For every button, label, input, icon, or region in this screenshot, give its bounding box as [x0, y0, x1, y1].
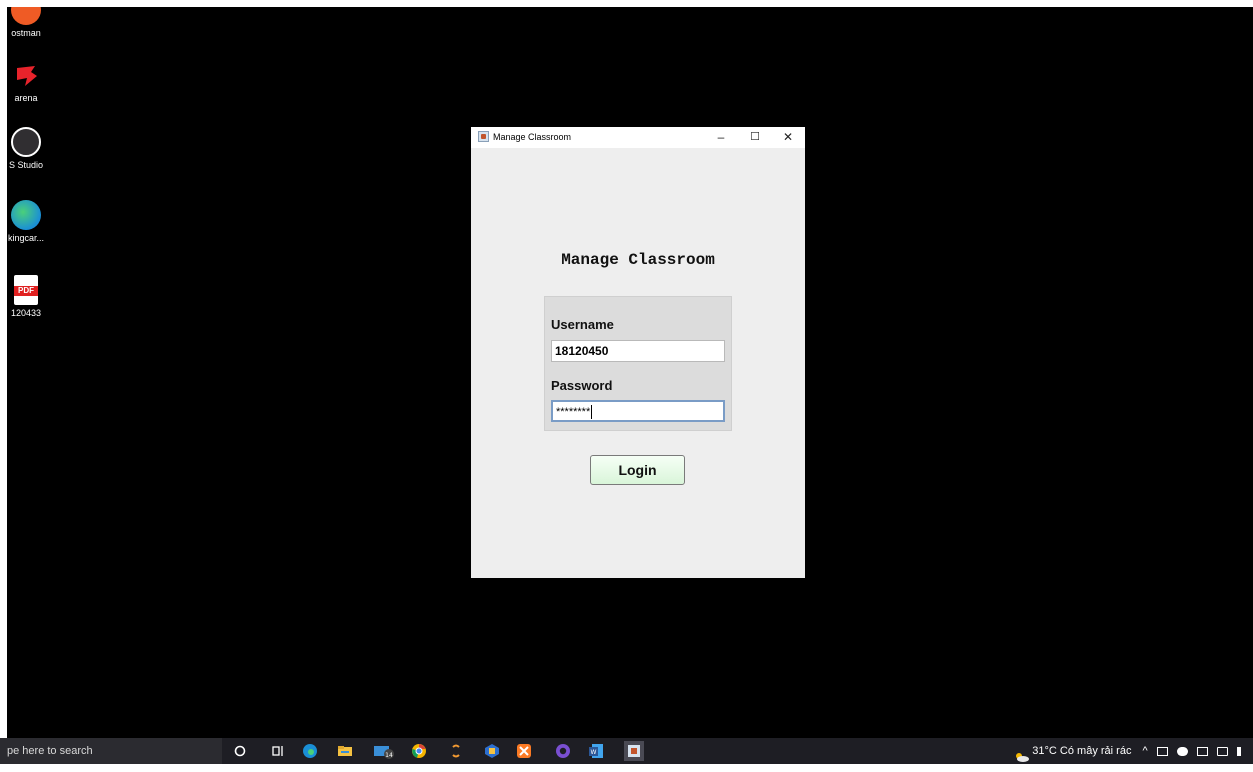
svg-text:14: 14 [385, 752, 393, 759]
cortana-icon[interactable] [232, 743, 248, 759]
xampp-icon[interactable] [516, 743, 532, 759]
battery-icon[interactable] [1196, 746, 1208, 756]
desktop-icon-label: ostman [11, 28, 41, 38]
word-icon[interactable]: W [588, 743, 604, 759]
edge-icon[interactable] [302, 743, 318, 759]
task-view-icon[interactable] [270, 743, 286, 759]
network-icon[interactable] [1216, 746, 1228, 756]
virtualbox-icon[interactable] [484, 743, 500, 759]
page-title: Manage Classroom [561, 251, 715, 269]
window-titlebar[interactable]: Manage Classroom – ☐ ✕ [471, 127, 805, 148]
login-window: Manage Classroom – ☐ ✕ Manage Classroom … [471, 127, 805, 578]
file-explorer-icon[interactable] [337, 743, 353, 759]
desktop-icon-postman[interactable]: ostman [7, 7, 55, 38]
github-desktop-icon[interactable] [555, 743, 571, 759]
login-button[interactable]: Login [590, 455, 685, 485]
edge-icon [11, 200, 41, 230]
desktop-icon-label: S Studio [8, 160, 44, 170]
window-title: Manage Classroom [493, 132, 572, 142]
tray-chevron-icon[interactable]: ^ [1143, 745, 1148, 757]
close-button[interactable]: ✕ [773, 127, 803, 148]
java-app-icon [478, 131, 489, 142]
weather-icon[interactable] [1013, 746, 1030, 763]
svg-text:W: W [591, 749, 597, 756]
taskbar-search-input[interactable]: pe here to search [0, 738, 222, 764]
desktop-icon-obs[interactable]: S Studio [7, 127, 55, 170]
login-form: Username 18120450 Password ******** [544, 296, 732, 431]
system-tray: 31°C Có mây rải rác ^ [1013, 738, 1245, 764]
onedrive-icon[interactable] [1176, 746, 1188, 756]
text-caret [591, 405, 593, 419]
volume-icon[interactable] [1237, 746, 1245, 756]
garena-icon [11, 60, 41, 90]
desktop-icon-label: arena [14, 93, 38, 103]
desktop-icon-edge[interactable]: kingcar... [7, 200, 55, 243]
desktop-icon-label: 120433 [10, 308, 42, 318]
mail-icon[interactable]: 14 [373, 743, 395, 759]
password-field[interactable]: ******** [551, 400, 725, 422]
chrome-icon[interactable] [411, 743, 427, 759]
password-mask: ******** [556, 405, 591, 418]
java-app-icon[interactable] [624, 741, 644, 761]
username-label: Username [551, 317, 614, 332]
password-label: Password [551, 378, 613, 393]
minimize-button[interactable]: – [706, 127, 736, 148]
desktop-icon-label: kingcar... [7, 233, 45, 243]
meet-now-icon[interactable] [1156, 746, 1168, 756]
desktop-icon-pdf[interactable]: PDF 120433 [7, 275, 55, 318]
maximize-button[interactable]: ☐ [740, 127, 770, 148]
taskbar: pe here to search 14 W 31°C Có mây rải r… [0, 738, 1253, 764]
weather-text[interactable]: 31°C Có mây rải rác [1032, 745, 1131, 757]
postman-icon [11, 7, 41, 25]
pdf-icon: PDF [14, 275, 38, 305]
obs-studio-icon [11, 127, 41, 157]
desktop-icon-garena[interactable]: arena [7, 60, 55, 103]
username-field[interactable]: 18120450 [551, 340, 725, 362]
sublime-icon[interactable] [448, 743, 464, 759]
